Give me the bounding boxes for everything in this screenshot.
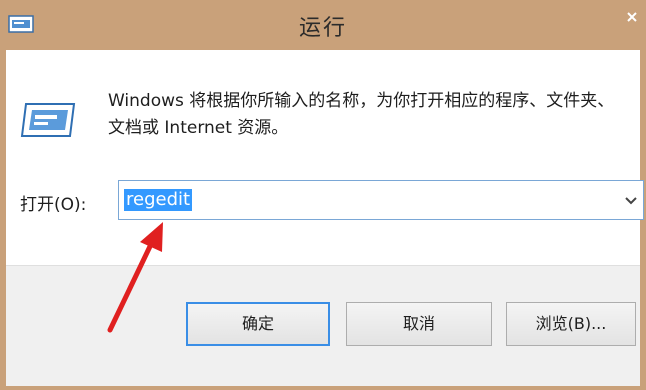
title-bar[interactable]: 运行 [0,0,646,50]
dialog-body: Windows 将根据你所输入的名称，为你打开相应的程序、文件夹、文档或 Int… [6,50,644,386]
open-input-value[interactable]: regedit [124,189,193,211]
run-dialog-window: 运行 Windows 将根据你所输入的名称，为你打开相应的程序、文件夹、文档或 … [0,0,646,390]
open-label: 打开(O): [20,195,87,215]
chevron-down-icon[interactable] [623,192,639,208]
ok-button[interactable]: 确定 [186,302,330,346]
dialog-description: Windows 将根据你所输入的名称，为你打开相应的程序、文件夹、文档或 Int… [108,91,615,138]
cancel-button[interactable]: 取消 [346,302,492,346]
browse-button[interactable]: 浏览(B)... [506,302,636,346]
window-title: 运行 [298,16,347,41]
close-icon[interactable] [618,0,646,36]
run-dialog-icon [20,103,76,137]
open-combobox[interactable]: regedit [118,180,644,220]
